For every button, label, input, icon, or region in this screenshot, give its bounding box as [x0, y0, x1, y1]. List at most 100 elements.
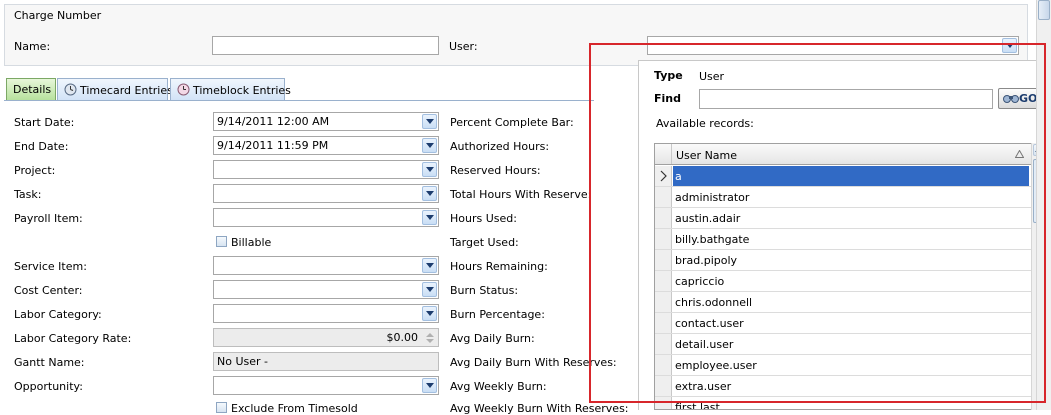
chevron-down-icon[interactable] [422, 378, 437, 393]
table-row[interactable]: a [655, 166, 1031, 187]
find-label: Find [654, 92, 681, 105]
chevron-down-icon[interactable] [422, 258, 437, 273]
chevron-down-icon[interactable] [422, 306, 437, 321]
binoculars-icon [1003, 95, 1019, 103]
chevron-down-icon[interactable] [422, 138, 437, 153]
row-selector[interactable] [655, 187, 672, 207]
total-hours-with-reserve-label: Total Hours With Reserve: [450, 188, 592, 201]
opportunity-dropdown[interactable] [213, 376, 439, 395]
avg-weekly-burn-with-reserves-label: Avg Weekly Burn With Reserves: [450, 402, 629, 415]
chevron-down-icon[interactable] [422, 210, 437, 225]
start-date-label: Start Date: [14, 116, 75, 129]
user-name-cell: employee.user [675, 359, 757, 372]
page-scroll-thumb[interactable] [1038, 0, 1050, 20]
labor-category-dropdown[interactable] [213, 304, 439, 323]
table-row[interactable]: employee.user [655, 355, 1031, 376]
spin-icon [426, 333, 434, 343]
row-selector[interactable] [655, 229, 672, 249]
records-grid: User Name a administrator austin.adair bill… [654, 143, 1032, 410]
tab-timeblock-entries[interactable]: Timeblock Entries [170, 78, 291, 100]
billable-label: Billable [231, 236, 272, 249]
row-selector[interactable] [655, 250, 672, 270]
table-row[interactable]: extra.user [655, 376, 1031, 397]
service-item-dropdown[interactable] [213, 256, 439, 275]
group-title: Charge Number [14, 9, 102, 22]
payroll-item-label: Payroll Item: [14, 212, 83, 225]
target-used-label: Target Used: [450, 236, 519, 249]
grid-header: User Name [655, 144, 1031, 165]
name-input[interactable] [212, 36, 439, 55]
exclude-from-timesold-label: Exclude From Timesold [231, 402, 358, 415]
authorized-hours-label: Authorized Hours: [450, 140, 550, 153]
cost-center-dropdown[interactable] [213, 280, 439, 299]
table-row[interactable]: billy.bathgate [655, 229, 1031, 250]
end-date-dropdown[interactable]: 9/14/2011 11:59 PM [213, 136, 439, 155]
name-label: Name: [14, 40, 51, 53]
row-selector[interactable] [655, 208, 672, 228]
table-row[interactable]: first.last [655, 397, 1031, 409]
user-name-cell: detail.user [675, 338, 734, 351]
tab-timecard-label: Timecard Entries [80, 84, 173, 97]
user-label: User: [449, 40, 478, 53]
page-scrollbar[interactable] [1036, 0, 1051, 410]
percent-complete-bar-label: Percent Complete Bar: [450, 116, 574, 129]
hours-used-label: Hours Used: [450, 212, 517, 225]
chevron-down-icon[interactable] [422, 282, 437, 297]
task-label: Task: [14, 188, 42, 201]
exclude-from-timesold-row[interactable]: Exclude From Timesold [216, 402, 358, 415]
user-name-cell: extra.user [675, 380, 732, 393]
chevron-down-icon[interactable] [422, 114, 437, 129]
project-dropdown[interactable] [213, 160, 439, 179]
gantt-name-label: Gantt Name: [14, 356, 85, 369]
avg-weekly-burn-label: Avg Weekly Burn: [450, 380, 547, 393]
timecard-icon [64, 83, 77, 96]
payroll-item-dropdown[interactable] [213, 208, 439, 227]
service-item-label: Service Item: [14, 260, 87, 273]
labor-category-rate-label: Labor Category Rate: [14, 332, 132, 345]
task-dropdown[interactable] [213, 184, 439, 203]
table-row[interactable]: capriccio [655, 271, 1031, 292]
opportunity-label: Opportunity: [14, 380, 83, 393]
exclude-from-timesold-checkbox[interactable] [216, 402, 227, 413]
row-selector[interactable] [655, 334, 672, 354]
row-selector[interactable] [655, 271, 672, 291]
find-input[interactable] [699, 89, 993, 109]
tab-timecard-entries[interactable]: Timecard Entries [57, 78, 173, 100]
row-selector[interactable] [655, 355, 672, 375]
table-row[interactable]: austin.adair [655, 208, 1031, 229]
table-row[interactable]: chris.odonnell [655, 292, 1031, 313]
user-dropdown[interactable] [647, 36, 1019, 55]
type-value: User [699, 70, 725, 83]
billable-checkbox[interactable] [216, 236, 227, 247]
row-selector[interactable] [655, 313, 672, 333]
gantt-name-field: No User - [213, 352, 439, 371]
project-label: Project: [14, 164, 56, 177]
row-selector[interactable] [655, 376, 672, 396]
row-selector[interactable] [655, 166, 672, 186]
burn-percentage-label: Burn Percentage: [450, 308, 545, 321]
avg-daily-burn-with-reserves-label: Avg Daily Burn With Reserves: [450, 356, 617, 369]
header-row-selector [655, 144, 672, 164]
table-row[interactable]: administrator [655, 187, 1031, 208]
user-name-cell: billy.bathgate [675, 233, 750, 246]
cost-center-label: Cost Center: [14, 284, 83, 297]
labor-category-label: Labor Category: [14, 308, 102, 321]
tab-details[interactable]: Details [6, 78, 56, 100]
table-row[interactable]: contact.user [655, 313, 1031, 334]
row-selector[interactable] [655, 292, 672, 312]
user-name-cell: capriccio [675, 275, 725, 288]
row-selector[interactable] [655, 397, 672, 409]
labor-category-rate-field: $0.00 [213, 328, 439, 347]
labor-category-rate-value: $0.00 [386, 331, 419, 344]
start-date-value: 9/14/2011 12:00 AM [217, 115, 330, 128]
table-row[interactable]: brad.pipoly [655, 250, 1031, 271]
user-name-cell: contact.user [675, 317, 744, 330]
billable-checkbox-row[interactable]: Billable [216, 236, 271, 249]
start-date-dropdown[interactable]: 9/14/2011 12:00 AM [213, 112, 439, 131]
user-name-cell: austin.adair [675, 212, 741, 225]
table-row[interactable]: detail.user [655, 334, 1031, 355]
chevron-down-icon[interactable] [422, 186, 437, 201]
user-name-column-header[interactable]: User Name [676, 149, 737, 162]
chevron-down-icon[interactable] [1002, 38, 1017, 53]
chevron-down-icon[interactable] [422, 162, 437, 177]
